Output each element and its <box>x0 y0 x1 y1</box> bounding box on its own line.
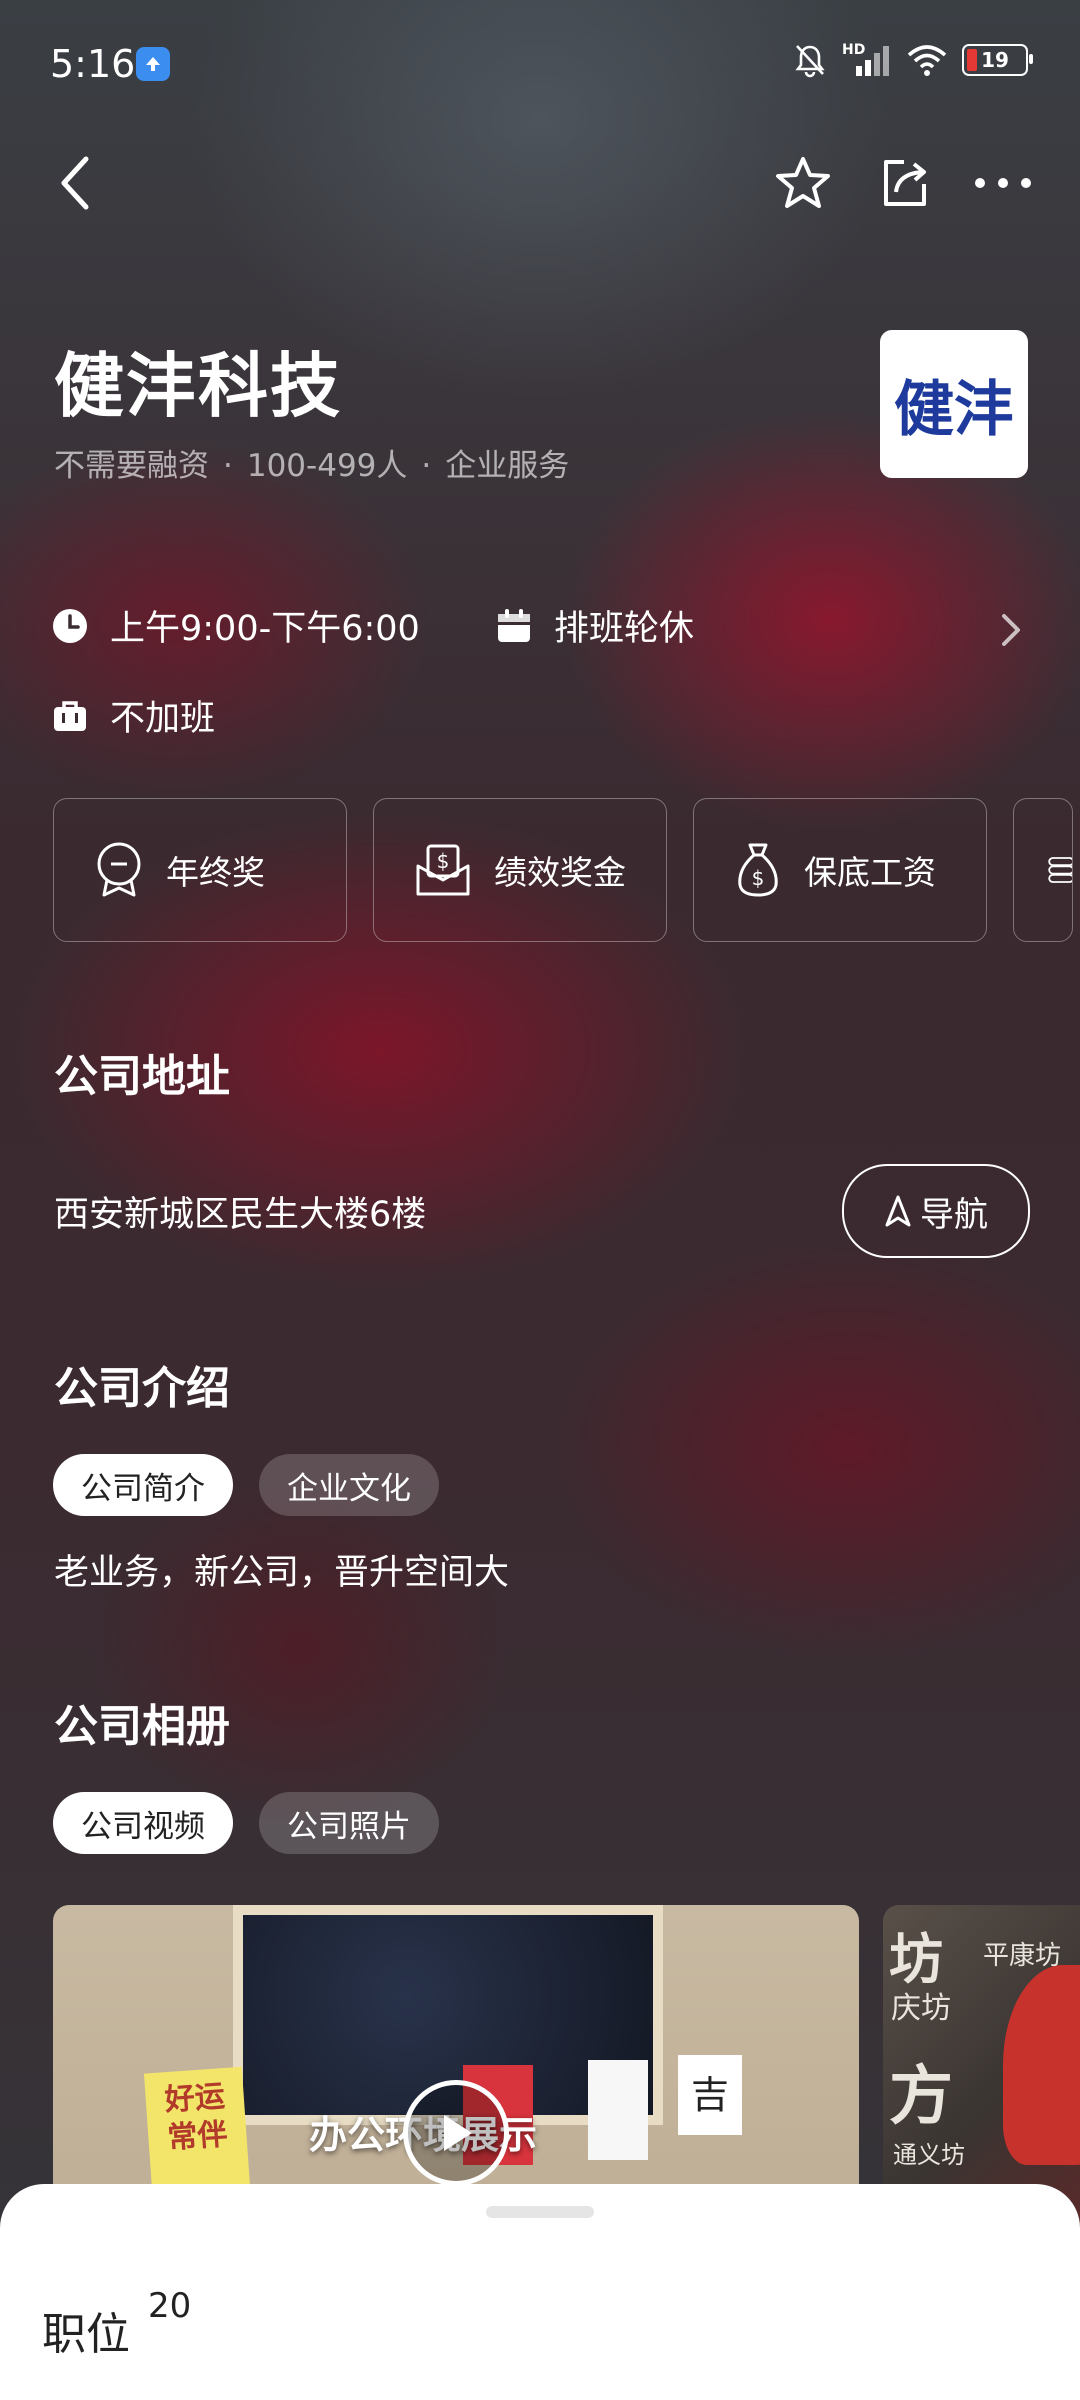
svg-text:$: $ <box>437 849 450 873</box>
positions-label: 职位 <box>42 2309 130 2360</box>
benefit-label: 年终奖 <box>166 853 265 892</box>
back-arrow-icon <box>61 156 89 210</box>
photo-text: 方 <box>889 2060 953 2134</box>
wifi-icon <box>907 45 947 76</box>
navigate-button[interactable]: 导航 <box>842 1164 1030 1258</box>
cellular-signal-icon: HD <box>842 42 892 78</box>
svg-text:$: $ <box>752 866 765 890</box>
work-info-more-button[interactable] <box>1000 612 1022 652</box>
navigate-label: 导航 <box>920 1194 988 1235</box>
benefit-chip-partial[interactable] <box>1013 798 1073 942</box>
favorite-button[interactable] <box>770 150 836 216</box>
tab-company-video[interactable]: 公司视频 <box>53 1792 233 1854</box>
tab-company-photos[interactable]: 公司照片 <box>259 1792 439 1854</box>
company-video-thumbnail[interactable]: 好运 常伴 吉 办公环境展示 <box>53 1905 859 2225</box>
schedule-type: 排班轮休 <box>554 609 695 649</box>
company-logo: 健沣 <box>880 330 1028 478</box>
intro-section-title: 公司介绍 <box>54 1363 230 1414</box>
benefits-list: 年终奖 $ 绩效奖金 $ 保底工资 <box>53 798 1073 942</box>
benefit-label: 保底工资 <box>804 853 936 892</box>
back-button[interactable] <box>50 150 100 216</box>
company-size: 100-499人 <box>246 448 408 484</box>
calendar-icon <box>498 608 530 642</box>
play-icon <box>444 2115 472 2151</box>
clock-icon <box>53 608 87 643</box>
company-photo-thumbnail[interactable]: 坊 庆坊 平康坊 方 通义坊 <box>883 1905 1080 2225</box>
address-text: 西安新城区民生大楼6楼 <box>54 1195 427 1235</box>
intro-text: 老业务，新公司，晋升空间大 <box>54 1553 510 1593</box>
play-button[interactable] <box>403 2080 509 2186</box>
schedule-row: 排班轮休 <box>496 600 694 651</box>
medal-icon <box>97 842 141 897</box>
benefit-label: 绩效奖金 <box>494 853 626 892</box>
status-icons: HD 19 <box>792 42 1033 78</box>
more-dots-icon <box>975 178 1031 188</box>
chevron-right-icon <box>1002 614 1020 646</box>
overtime-row: 不加班 <box>52 690 215 741</box>
star-icon <box>776 157 830 208</box>
navigation-arrow-icon <box>885 1195 911 1227</box>
money-envelope-icon: $ <box>416 844 470 896</box>
positions-count: 20 <box>148 2286 192 2326</box>
album-section-title: 公司相册 <box>54 1701 230 1752</box>
benefit-chip[interactable]: $ 保底工资 <box>693 798 987 942</box>
battery-level: 19 <box>981 48 1009 72</box>
photo-text: 庆坊 <box>891 1991 951 2026</box>
benefit-chip[interactable]: $ 绩效奖金 <box>373 798 667 942</box>
tab-company-culture[interactable]: 企业文化 <box>259 1454 439 1516</box>
money-bag-icon: $ <box>738 843 778 897</box>
benefit-chip[interactable]: 年终奖 <box>53 798 347 942</box>
address-section-title: 公司地址 <box>54 1051 230 1102</box>
album-tabs: 公司视频 公司照片 <box>53 1792 439 1854</box>
company-industry: 企业服务 <box>445 448 570 484</box>
sheet-drag-handle[interactable] <box>486 2206 594 2218</box>
status-time: 5:16 <box>50 42 136 86</box>
company-meta: 不需要融资 · 100-499人 · 企业服务 <box>54 448 570 484</box>
overtime-policy: 不加班 <box>110 699 216 739</box>
luck-card: 吉 <box>678 2055 742 2135</box>
company-name: 健沣科技 <box>54 345 342 427</box>
company-logo-text: 健沣 <box>894 374 1014 445</box>
lucky-card: 好运 常伴 <box>143 2066 251 2194</box>
share-button[interactable] <box>872 150 938 216</box>
funding-stage: 不需要融资 <box>54 448 209 484</box>
battery-icon: 19 <box>962 44 1033 76</box>
photo-text: 平康坊 <box>983 1941 1062 1971</box>
tab-company-profile[interactable]: 公司简介 <box>53 1454 233 1516</box>
share-icon <box>884 160 926 206</box>
white-card <box>588 2060 648 2160</box>
more-button[interactable] <box>970 150 1036 216</box>
work-hours-row: 上午9:00-下午6:00 <box>52 600 420 651</box>
mute-bell-icon <box>795 45 825 78</box>
upload-notification-icon <box>136 47 170 81</box>
briefcase-icon <box>54 700 86 731</box>
work-hours: 上午9:00-下午6:00 <box>110 609 420 649</box>
coins-icon <box>1048 857 1072 883</box>
intro-tabs: 公司简介 企业文化 <box>53 1454 439 1516</box>
photo-text: 通义坊 <box>893 2141 965 2169</box>
